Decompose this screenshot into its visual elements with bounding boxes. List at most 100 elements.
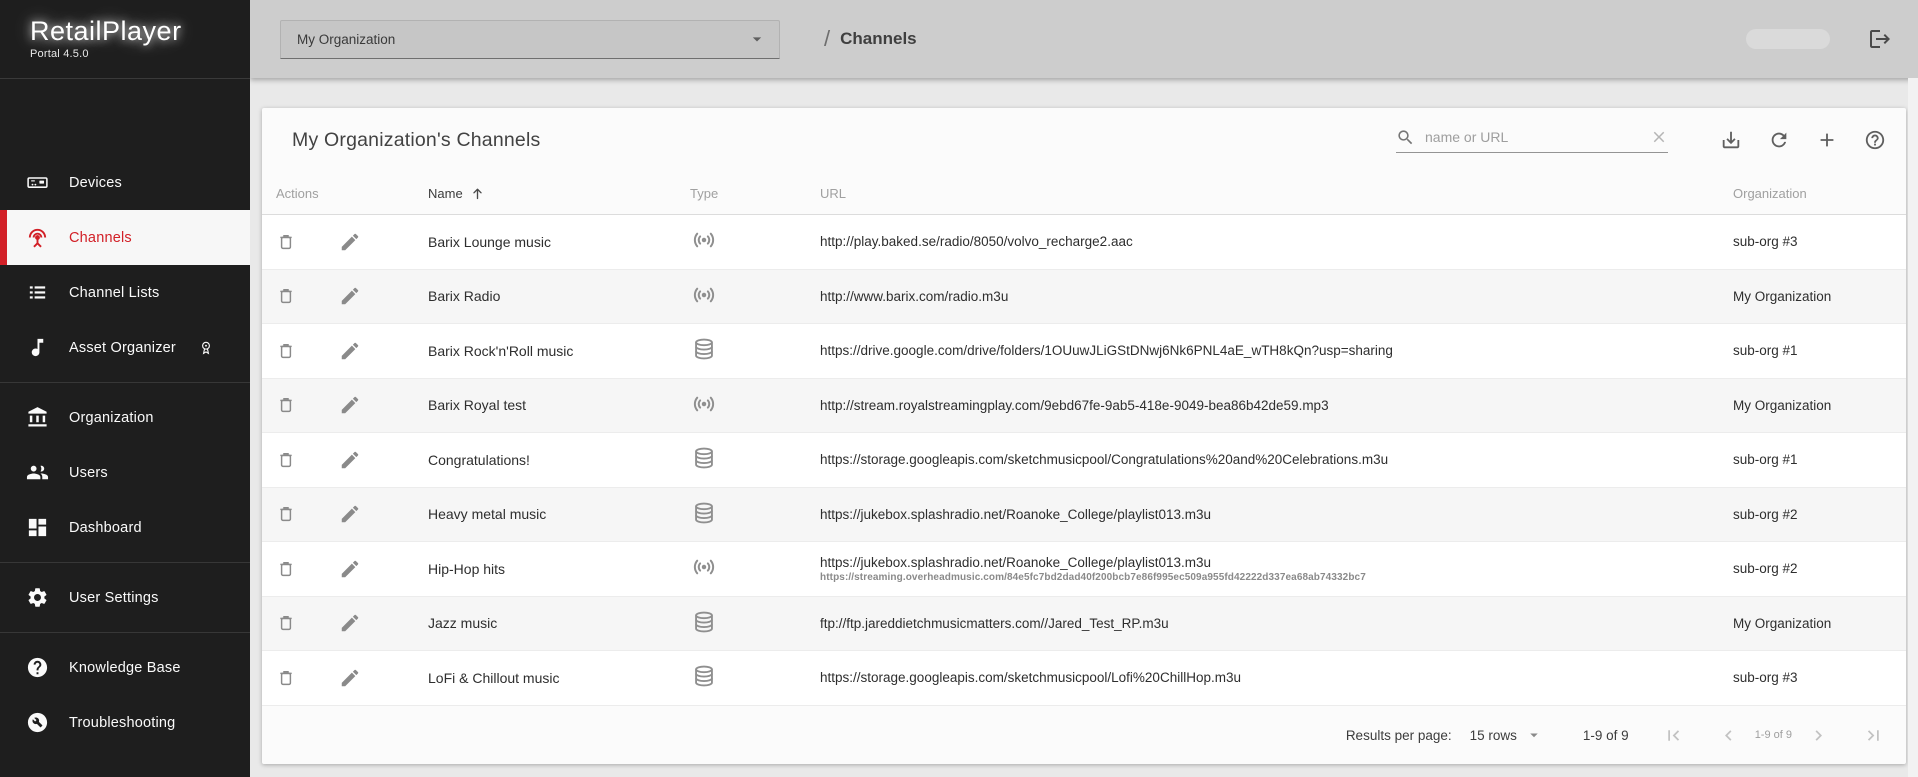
last-page-icon[interactable] — [1863, 725, 1884, 746]
edit-channel-icon[interactable] — [339, 667, 361, 689]
cell-channel-name: Hip-Hop hits — [428, 561, 690, 577]
cell-url: http://play.baked.se/radio/8050/volvo_re… — [820, 234, 1733, 249]
table-row: Jazz musicftp://ftp.jareddietchmusicmatt… — [262, 597, 1906, 652]
column-header-type: Type — [690, 186, 820, 201]
sidebar-item-label: Knowledge Base — [69, 660, 181, 676]
download-icon[interactable] — [1720, 129, 1742, 151]
cell-actions — [262, 612, 428, 634]
search-input[interactable] — [1425, 129, 1650, 145]
table-row: Barix Rock'n'Roll musichttps://drive.goo… — [262, 324, 1906, 379]
add-channel-icon[interactable] — [1816, 129, 1838, 151]
rows-per-page-value: 15 rows — [1470, 728, 1517, 743]
cell-actions — [262, 503, 428, 525]
cell-actions — [262, 667, 428, 689]
cell-actions — [262, 285, 428, 307]
cell-actions — [262, 394, 428, 416]
delete-channel-icon[interactable] — [275, 340, 297, 362]
app-version: Portal 4.5.0 — [30, 48, 250, 60]
sidebar-item-label: Troubleshooting — [69, 715, 175, 731]
card-header: My Organization's Channels — [262, 108, 1906, 172]
cell-actions — [262, 340, 428, 362]
sidebar-item-user-settings[interactable]: User Settings — [0, 570, 250, 625]
cell-organization: My Organization — [1733, 616, 1906, 631]
rows-per-page-select[interactable]: 15 rows — [1470, 726, 1543, 744]
sidebar-item-knowledge-base[interactable]: Knowledge Base — [0, 640, 250, 695]
knowledge-base-icon — [26, 656, 49, 679]
edit-channel-icon[interactable] — [339, 340, 361, 362]
chevron-down-icon — [747, 29, 767, 49]
asset-organizer-icon — [26, 336, 49, 359]
sidebar-item-organization[interactable]: Organization — [0, 390, 250, 445]
sidebar-item-asset-organizer[interactable]: Asset Organizer — [0, 320, 250, 375]
edit-channel-icon[interactable] — [339, 503, 361, 525]
playlist-type-icon — [690, 335, 718, 363]
delete-channel-icon[interactable] — [275, 449, 297, 471]
delete-channel-icon[interactable] — [275, 612, 297, 634]
organization-selector[interactable]: My Organization — [280, 20, 780, 59]
logo-block: RetailPlayer Portal 4.5.0 — [0, 0, 250, 79]
channel-lists-icon — [26, 281, 49, 304]
cell-type — [690, 390, 820, 421]
sidebar-item-users[interactable]: Users — [0, 445, 250, 500]
help-icon[interactable] — [1864, 129, 1886, 151]
next-page-icon[interactable] — [1808, 725, 1829, 746]
cell-url: https://jukebox.splashradio.net/Roanoke_… — [820, 507, 1733, 522]
column-header-name[interactable]: Name — [428, 185, 690, 202]
clear-search-icon[interactable] — [1650, 128, 1668, 146]
table-row: Heavy metal musichttps://jukebox.splashr… — [262, 488, 1906, 543]
delete-channel-icon[interactable] — [275, 558, 297, 580]
organization-selector-value: My Organization — [297, 32, 747, 47]
edit-channel-icon[interactable] — [339, 612, 361, 634]
delete-channel-icon[interactable] — [275, 231, 297, 253]
table-row: Barix Radiohttp://www.barix.com/radio.m3… — [262, 270, 1906, 325]
table-header-row: Actions Name Type URL Organization — [262, 172, 1906, 215]
table-row: Hip-Hop hitshttps://jukebox.splashradio.… — [262, 542, 1906, 597]
sidebar-item-label: Organization — [69, 410, 154, 426]
cell-type — [690, 335, 820, 366]
delete-channel-icon[interactable] — [275, 285, 297, 307]
previous-page-icon[interactable] — [1718, 725, 1739, 746]
sidebar-group: Knowledge Base Troubleshooting — [0, 633, 250, 757]
logout-icon[interactable] — [1868, 27, 1892, 51]
sidebar-item-dashboard[interactable]: Dashboard — [0, 500, 250, 555]
app-logo: RetailPlayer — [30, 16, 250, 47]
delete-channel-icon[interactable] — [275, 503, 297, 525]
sidebar-item-channel-lists[interactable]: Channel Lists — [0, 265, 250, 320]
pagination: 1-9 of 9 — [1663, 725, 1884, 746]
channel-url: http://www.barix.com/radio.m3u — [820, 289, 1733, 304]
edit-channel-icon[interactable] — [339, 394, 361, 416]
sidebar-item-devices[interactable]: Devices — [0, 155, 250, 210]
cell-organization: sub-org #3 — [1733, 234, 1906, 249]
edit-channel-icon[interactable] — [339, 231, 361, 253]
refresh-icon[interactable] — [1768, 129, 1790, 151]
cell-type — [690, 499, 820, 530]
stream-type-icon — [690, 390, 718, 418]
channel-url: http://stream.royalstreamingplay.com/9eb… — [820, 398, 1733, 413]
delete-channel-icon[interactable] — [275, 667, 297, 689]
playlist-type-icon — [690, 608, 718, 636]
sidebar-item-channels[interactable]: Channels — [0, 210, 250, 265]
cell-organization: sub-org #1 — [1733, 452, 1906, 467]
channels-card: My Organization's Channels — [262, 108, 1906, 764]
channel-url: https://drive.google.com/drive/folders/1… — [820, 343, 1733, 358]
edit-channel-icon[interactable] — [339, 285, 361, 307]
cell-organization: My Organization — [1733, 289, 1906, 304]
cell-type — [690, 662, 820, 693]
dropdown-arrow-icon — [1525, 726, 1543, 744]
channel-url: http://play.baked.se/radio/8050/volvo_re… — [820, 234, 1733, 249]
table-footer: Results per page: 15 rows 1-9 of 9 1-9 o… — [262, 706, 1906, 765]
channel-url-secondary: https://streaming.overheadmusic.com/84e5… — [820, 572, 1733, 583]
topbar-right — [1746, 27, 1892, 51]
cell-url: http://www.barix.com/radio.m3u — [820, 289, 1733, 304]
sidebar-item-label: Channel Lists — [69, 285, 159, 301]
edit-channel-icon[interactable] — [339, 449, 361, 471]
edit-channel-icon[interactable] — [339, 558, 361, 580]
sidebar-item-troubleshooting[interactable]: Troubleshooting — [0, 695, 250, 750]
cell-actions — [262, 558, 428, 580]
scrollbar-track[interactable] — [1908, 78, 1918, 777]
cell-url: ftp://ftp.jareddietchmusicmatters.com//J… — [820, 616, 1733, 631]
delete-channel-icon[interactable] — [275, 394, 297, 416]
cell-type — [690, 226, 820, 257]
dashboard-icon — [26, 516, 49, 539]
first-page-icon[interactable] — [1663, 725, 1684, 746]
